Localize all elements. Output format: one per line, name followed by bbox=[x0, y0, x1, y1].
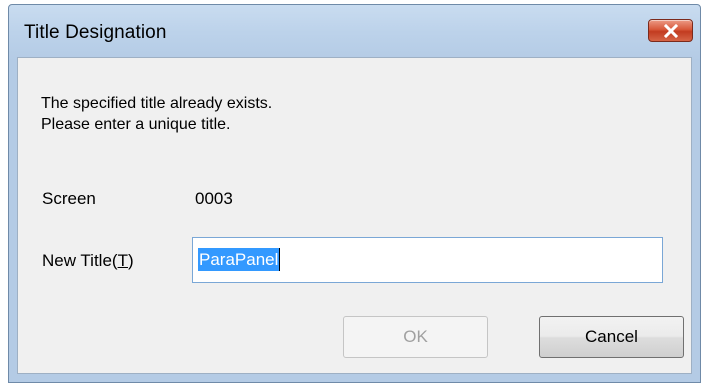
new-title-selected-text: ParaPanel bbox=[198, 248, 280, 271]
message-line-2: Please enter a unique title. bbox=[41, 116, 231, 133]
new-title-label-suffix: ) bbox=[127, 251, 134, 270]
message-line-1: The specified title already exists. bbox=[41, 95, 273, 112]
screen-value: 0003 bbox=[195, 189, 233, 208]
title-designation-dialog: Title Designation The specified title al… bbox=[8, 4, 701, 383]
new-title-label-prefix: New Title( bbox=[42, 251, 118, 270]
new-title-input[interactable]: ParaPanel bbox=[192, 237, 663, 283]
dialog-title: Title Designation bbox=[24, 22, 167, 43]
cancel-button[interactable]: Cancel bbox=[539, 316, 684, 358]
title-bar[interactable]: Title Designation bbox=[9, 5, 700, 57]
ok-button[interactable]: OK bbox=[343, 316, 488, 358]
close-x-icon bbox=[663, 23, 679, 38]
text-caret bbox=[279, 248, 280, 271]
message-text: The specified title already exists. Plea… bbox=[41, 93, 272, 135]
new-title-accelerator-key: T bbox=[117, 251, 128, 270]
screen-label: Screen bbox=[42, 189, 96, 208]
close-button[interactable] bbox=[648, 19, 693, 42]
new-title-label: New Title(T) bbox=[42, 251, 134, 271]
dialog-body: The specified title already exists. Plea… bbox=[17, 57, 692, 374]
